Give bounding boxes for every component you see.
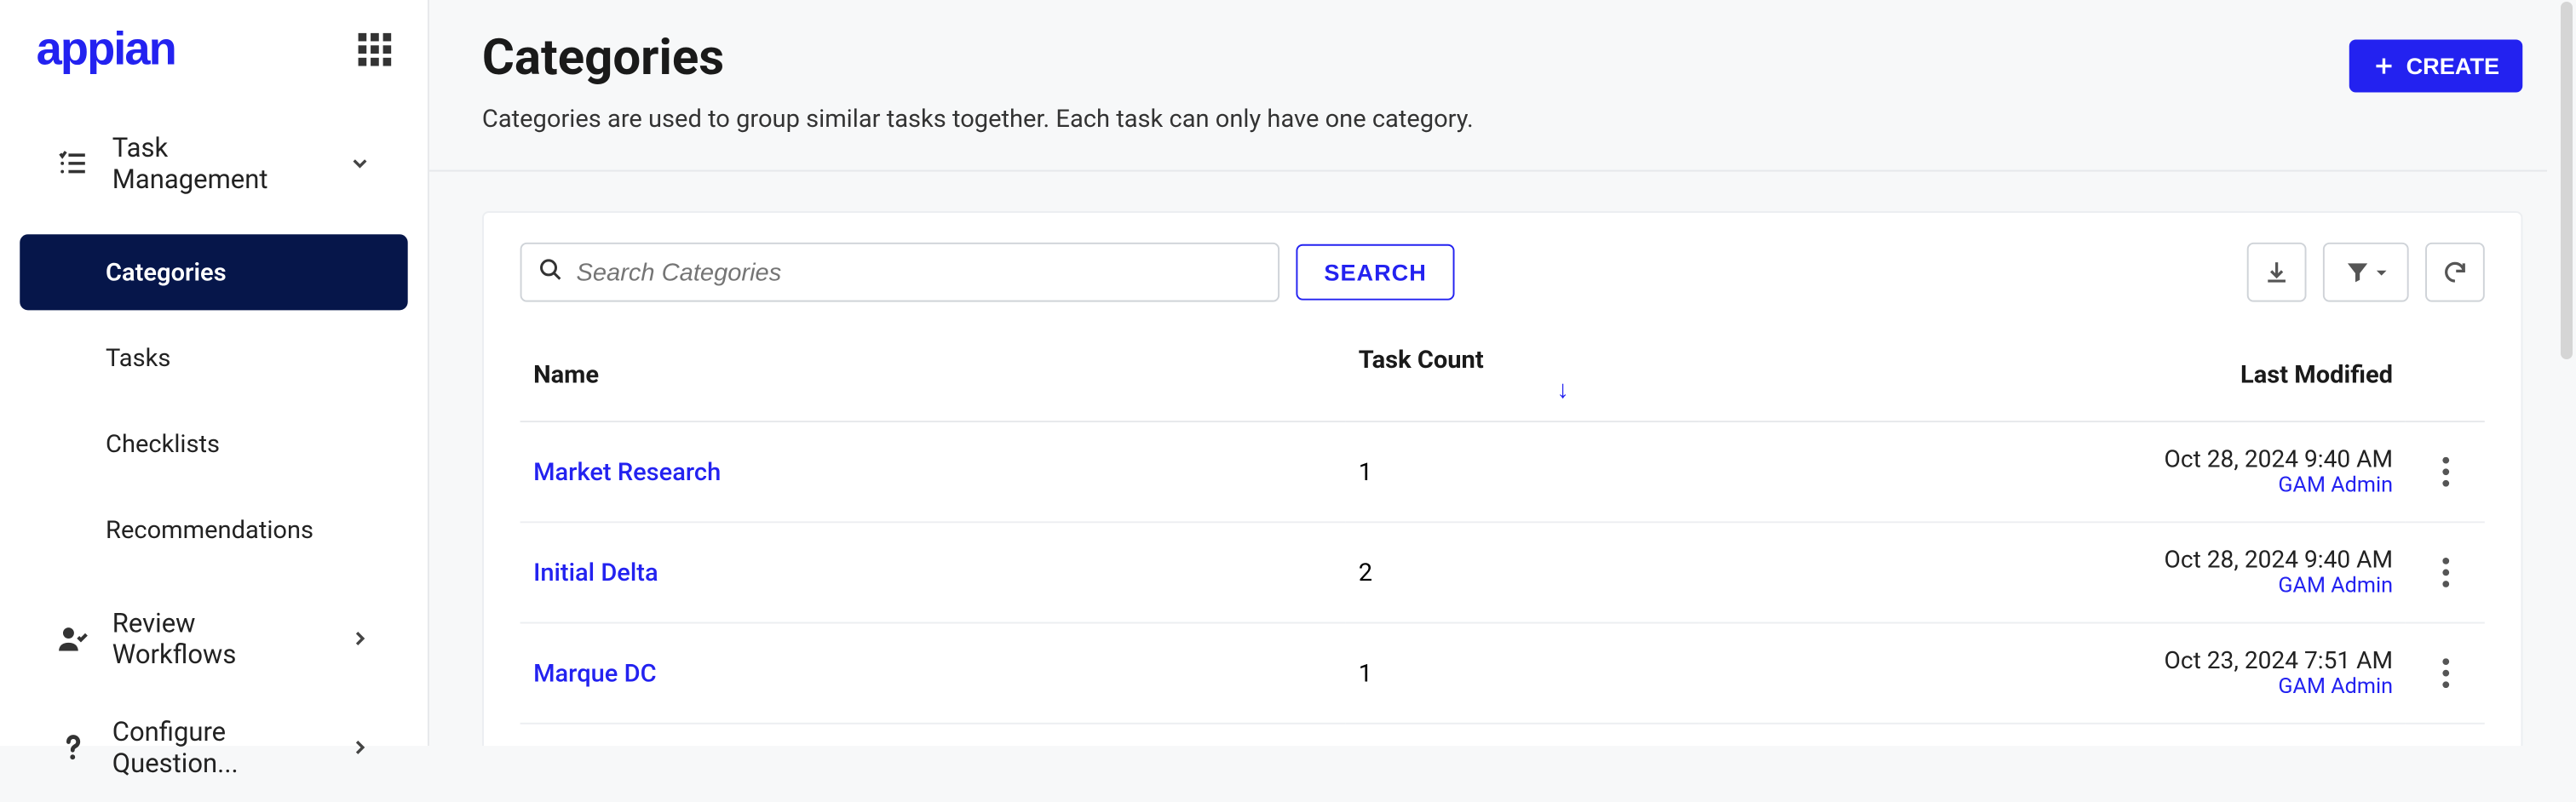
- cell-menu: [2406, 623, 2484, 724]
- modified-date: Oct 28, 2024 9:40 AM: [1712, 546, 2393, 574]
- cell-name: Initial Delta: [520, 522, 1345, 622]
- refresh-button[interactable]: [2425, 243, 2485, 302]
- vertical-scrollbar[interactable]: [2547, 0, 2576, 741]
- cell-menu: [2406, 522, 2484, 622]
- refresh-icon: [2441, 259, 2468, 285]
- content: SEARCH: [429, 172, 2575, 746]
- card-toolbar: SEARCH: [520, 243, 2484, 302]
- cell-name: Market Research: [520, 421, 1345, 522]
- user-check-icon: [56, 622, 89, 656]
- col-header-name[interactable]: Name: [520, 329, 1345, 421]
- kebab-icon: [2441, 558, 2450, 587]
- search-input[interactable]: [576, 258, 1261, 286]
- sidebar-item-checklists[interactable]: Checklists: [20, 406, 407, 482]
- table-row: Marque DC1Oct 23, 2024 7:51 AMGAM Admin: [520, 623, 2484, 724]
- row-menu-button[interactable]: [2435, 450, 2456, 493]
- chevron-down-icon: [348, 152, 371, 175]
- col-header-menu: [2406, 329, 2484, 421]
- kebab-icon: [2441, 457, 2450, 487]
- modified-date: Oct 28, 2024 9:40 AM: [1712, 445, 2393, 473]
- create-button-label: CREATE: [2406, 53, 2500, 79]
- search-wrap[interactable]: [520, 243, 1279, 302]
- col-header-last-modified-label: Last Modified: [2240, 359, 2393, 389]
- cell-task-count: 1: [1345, 421, 1699, 522]
- modified-by: GAM Admin: [1712, 574, 2393, 599]
- nav-group-configure-question[interactable]: Configure Question...: [20, 693, 407, 802]
- modified-date: Oct 23, 2024 7:51 AM: [1712, 647, 2393, 675]
- table-row: Initial Delta2Oct 28, 2024 9:40 AMGAM Ad…: [520, 522, 2484, 622]
- sidebar-header: appian: [0, 23, 428, 109]
- category-link[interactable]: Initial Delta: [533, 558, 658, 587]
- subnav-task-management: Categories Tasks Checklists Recommendati…: [0, 218, 428, 584]
- modified-by: GAM Admin: [1712, 675, 2393, 700]
- page-header: Categories Categories are used to group …: [429, 0, 2575, 172]
- apps-grid-icon[interactable]: [359, 33, 392, 66]
- page-header-left: Categories Categories are used to group …: [482, 30, 2350, 134]
- sidebar-item-label: Checklists: [106, 429, 220, 459]
- download-icon: [2263, 259, 2290, 285]
- sidebar-item-recommendations[interactable]: Recommendations: [20, 492, 407, 568]
- sidebar-item-label: Tasks: [106, 343, 170, 373]
- cell-menu: [2406, 421, 2484, 522]
- row-menu-button[interactable]: [2435, 652, 2456, 695]
- sidebar-item-label: Recommendations: [106, 515, 313, 545]
- search-icon: [538, 256, 563, 288]
- nav-group-task-management[interactable]: Task Management: [20, 109, 407, 218]
- categories-card: SEARCH: [482, 211, 2522, 746]
- table-row: Market Research1Oct 28, 2024 9:40 AMGAM …: [520, 421, 2484, 522]
- col-header-name-label: Name: [533, 359, 599, 389]
- scrollbar-thumb[interactable]: [2561, 2, 2573, 359]
- page-description: Categories are used to group similar tas…: [482, 104, 2350, 134]
- filter-icon: [2343, 259, 2370, 285]
- col-header-task-count[interactable]: Task Count ↓: [1345, 329, 1699, 421]
- categories-table: Name Task Count ↓ Last Modified Market R…: [520, 329, 2484, 725]
- sidebar: appian Task Management: [0, 0, 429, 746]
- chevron-right-icon: [348, 627, 371, 650]
- cell-last-modified: Oct 23, 2024 7:51 AMGAM Admin: [1699, 623, 2406, 724]
- row-menu-button[interactable]: [2435, 551, 2456, 593]
- sidebar-item-label: Categories: [106, 257, 227, 287]
- category-link[interactable]: Market Research: [533, 457, 721, 487]
- cell-last-modified: Oct 28, 2024 9:40 AMGAM Admin: [1699, 522, 2406, 622]
- page-title: Categories: [482, 30, 2350, 88]
- download-button[interactable]: [2247, 243, 2307, 302]
- sidebar-item-categories[interactable]: Categories: [20, 234, 407, 310]
- filter-button[interactable]: [2323, 243, 2409, 302]
- nav-group-label: Task Management: [112, 132, 325, 195]
- list-check-icon: [56, 146, 89, 180]
- nav-group-review-workflows[interactable]: Review Workflows: [20, 584, 407, 693]
- question-icon: [56, 731, 89, 765]
- search-button[interactable]: SEARCH: [1296, 244, 1454, 301]
- sort-desc-icon: ↓: [1556, 375, 1569, 404]
- nav-group-label: Review Workflows: [112, 607, 325, 670]
- cell-name: Marque DC: [520, 623, 1345, 724]
- col-header-task-count-label: Task Count: [1359, 345, 1484, 375]
- caret-down-icon: [2373, 265, 2388, 279]
- create-button[interactable]: CREATE: [2350, 40, 2523, 93]
- main: Categories Categories are used to group …: [429, 0, 2575, 746]
- sidebar-item-tasks[interactable]: Tasks: [20, 320, 407, 396]
- cell-task-count: 2: [1345, 522, 1699, 622]
- cell-task-count: 1: [1345, 623, 1699, 724]
- col-header-last-modified[interactable]: Last Modified: [1699, 329, 2406, 421]
- plus-icon: [2373, 54, 2396, 77]
- cell-last-modified: Oct 28, 2024 9:40 AMGAM Admin: [1699, 421, 2406, 522]
- nav-group-label: Configure Question...: [112, 716, 325, 779]
- logo: appian: [37, 23, 175, 76]
- category-link[interactable]: Marque DC: [533, 658, 656, 688]
- modified-by: GAM Admin: [1712, 473, 2393, 498]
- chevron-right-icon: [348, 736, 371, 759]
- kebab-icon: [2441, 658, 2450, 688]
